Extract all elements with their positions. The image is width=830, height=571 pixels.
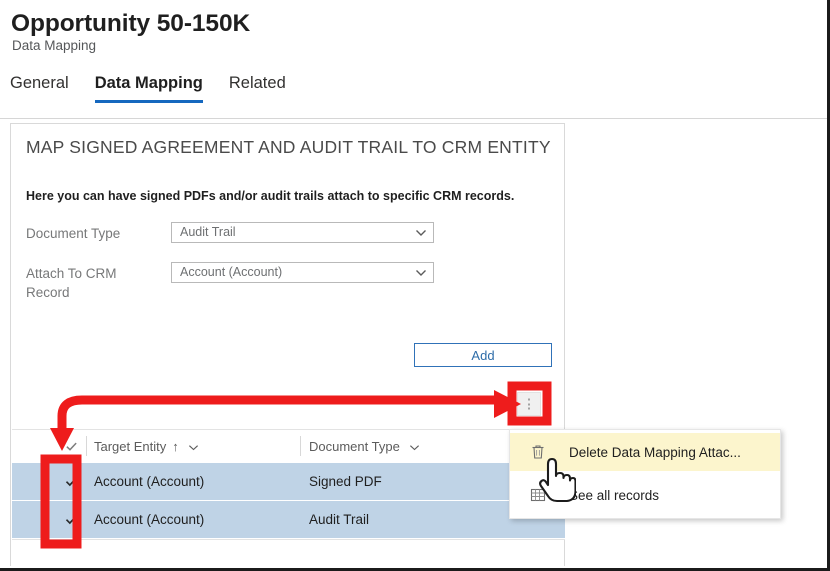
chevron-down-icon [415, 267, 426, 277]
kebab-menu-icon [528, 398, 530, 410]
document-type-value: Audit Trail [180, 225, 236, 239]
card-description: Here you can have signed PDFs and/or aud… [26, 189, 515, 203]
app-window: Opportunity 50-150K Data Mapping General… [0, 0, 830, 571]
tab-general[interactable]: General [10, 74, 82, 103]
tab-data-mapping[interactable]: Data Mapping [82, 74, 216, 103]
chevron-down-icon[interactable] [188, 441, 199, 452]
checkmark-icon [65, 442, 77, 451]
cell-document-type: Signed PDF [309, 474, 382, 489]
column-header-document-type-label: Document Type [309, 439, 400, 454]
select-all-checkbox[interactable] [58, 430, 84, 463]
cell-target-entity: Account (Account) [94, 512, 205, 527]
row-checkbox[interactable] [58, 501, 84, 538]
data-mapping-card: MAP SIGNED AGREEMENT AND AUDIT TRAIL TO … [10, 123, 565, 566]
trash-icon [532, 445, 544, 459]
more-commands-button[interactable] [517, 392, 541, 416]
menu-item-delete-data-mapping[interactable]: Delete Data Mapping Attac... [510, 433, 780, 471]
grid-icon [530, 488, 546, 502]
menu-item-see-all-label: See all records [569, 487, 660, 503]
page-title: Opportunity 50-150K [11, 10, 251, 37]
chevron-down-icon [415, 227, 426, 237]
attach-to-crm-record-value: Account (Account) [180, 265, 283, 279]
checkmark-icon [65, 515, 77, 525]
sort-ascending-icon: ↑ [172, 439, 179, 454]
table-row[interactable]: Account (Account) Audit Trail [12, 501, 565, 539]
menu-item-see-all-records[interactable]: See all records [510, 476, 780, 514]
cell-target-entity: Account (Account) [94, 474, 205, 489]
cell-document-type: Audit Trail [309, 512, 370, 527]
checkmark-icon [65, 477, 77, 487]
grid-bottom-divider [12, 539, 565, 540]
menu-item-delete-label: Delete Data Mapping Attac... [569, 444, 741, 460]
tab-strip: General Data Mapping Related [10, 74, 299, 103]
grid-header-row: Target Entity ↑ Document Type [12, 430, 565, 463]
column-header-target-entity-label: Target Entity [94, 439, 167, 454]
add-button[interactable]: Add [414, 343, 552, 367]
field-label-document-type: Document Type [26, 226, 121, 241]
tab-related[interactable]: Related [216, 74, 299, 103]
header-divider [0, 118, 827, 119]
chevron-down-icon[interactable] [409, 441, 420, 452]
header-divider-1 [86, 436, 87, 456]
row-checkbox[interactable] [58, 463, 84, 500]
header-divider-2 [300, 436, 301, 456]
context-menu: Delete Data Mapping Attac... See all rec… [509, 429, 781, 519]
column-header-document-type[interactable]: Document Type [309, 430, 420, 463]
field-label-attach-to-crm-record: Attach To CRM Record [26, 266, 117, 300]
card-heading: MAP SIGNED AGREEMENT AND AUDIT TRAIL TO … [26, 137, 551, 157]
document-type-select[interactable]: Audit Trail [171, 222, 434, 243]
page-subtitle: Data Mapping [12, 38, 97, 53]
column-header-target-entity[interactable]: Target Entity ↑ [94, 430, 199, 463]
attach-to-crm-record-select[interactable]: Account (Account) [171, 262, 434, 283]
table-row[interactable]: Account (Account) Signed PDF [12, 463, 565, 501]
